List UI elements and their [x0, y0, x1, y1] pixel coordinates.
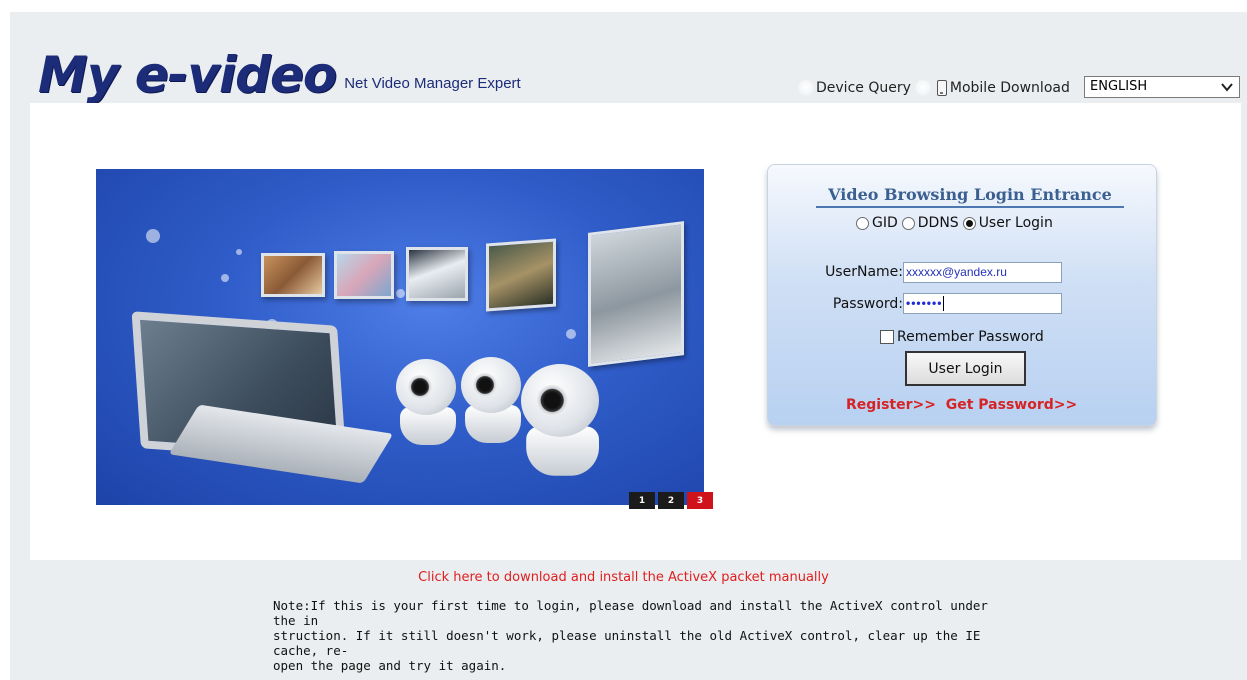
logo-subtitle: Net Video Manager Expert: [344, 75, 521, 92]
bokeh-light: [236, 249, 242, 255]
slide-button-1[interactable]: 1: [629, 492, 655, 509]
banner-slideshow: [96, 169, 704, 505]
bokeh-light: [146, 229, 160, 243]
logo-text: My e-video: [38, 46, 337, 104]
username-label: UserName:: [825, 264, 903, 280]
office-photo-frame: [486, 238, 556, 312]
chevron-down-icon: [1221, 79, 1233, 99]
remember-password-checkbox[interactable]: [880, 330, 894, 344]
slide-button-3[interactable]: 3: [687, 492, 713, 509]
bokeh-light: [566, 329, 576, 339]
train-photo-frame: [406, 247, 468, 301]
gid-radio-label: GID: [872, 215, 898, 231]
login-title: Video Browsing Login Entrance: [816, 185, 1124, 208]
laptop-base: [168, 404, 394, 484]
slide-nav: 1 2 3: [626, 492, 713, 509]
gid-radio[interactable]: [856, 216, 869, 230]
device-query-icon: [798, 80, 814, 96]
mobile-glow-icon: [914, 80, 931, 96]
ddns-radio-label: DDNS: [917, 215, 959, 231]
hall-photo-frame: [588, 221, 684, 367]
login-links: Register>> Get Password>>: [846, 397, 1077, 413]
remember-password-row: Remember Password: [880, 329, 1044, 345]
activex-download-link[interactable]: Click here to download and install the A…: [0, 570, 1247, 585]
top-links: Device Query Mobile Download: [798, 76, 1070, 100]
mobile-phone-icon: [936, 80, 947, 96]
login-panel: Video Browsing Login Entrance GID DDNS U…: [767, 164, 1157, 426]
ddns-radio[interactable]: [901, 216, 915, 230]
register-link[interactable]: Register>>: [846, 397, 936, 413]
user-login-button[interactable]: User Login: [905, 351, 1026, 386]
get-password-link[interactable]: Get Password>>: [946, 397, 1078, 413]
text-caret: [943, 296, 945, 312]
logo: My e-video Net Video Manager Expert: [38, 40, 521, 100]
password-input[interactable]: •••••••: [903, 293, 1062, 314]
toys-photo-frame: [334, 251, 394, 299]
user-login-radio-label: User Login: [978, 215, 1053, 231]
password-value: •••••••: [906, 296, 943, 310]
bokeh-light: [396, 289, 405, 298]
device-query-link[interactable]: Device Query: [816, 80, 911, 96]
slide-button-2[interactable]: 2: [658, 492, 684, 509]
user-login-radio[interactable]: [962, 216, 976, 230]
bokeh-light: [221, 274, 229, 282]
password-label: Password:: [832, 296, 903, 312]
language-select-value: ENGLISH: [1090, 79, 1148, 94]
mobile-download-link[interactable]: Mobile Download: [950, 80, 1070, 96]
login-mode-radios: GID DDNS User Login: [852, 215, 1053, 231]
activex-note: Note:If this is your first time to login…: [273, 598, 988, 673]
family-photo-frame: [261, 253, 325, 297]
remember-password-label: Remember Password: [897, 329, 1044, 345]
username-input[interactable]: xxxxxx@yandex.ru: [903, 262, 1062, 283]
language-select[interactable]: ENGLISH: [1084, 76, 1240, 98]
